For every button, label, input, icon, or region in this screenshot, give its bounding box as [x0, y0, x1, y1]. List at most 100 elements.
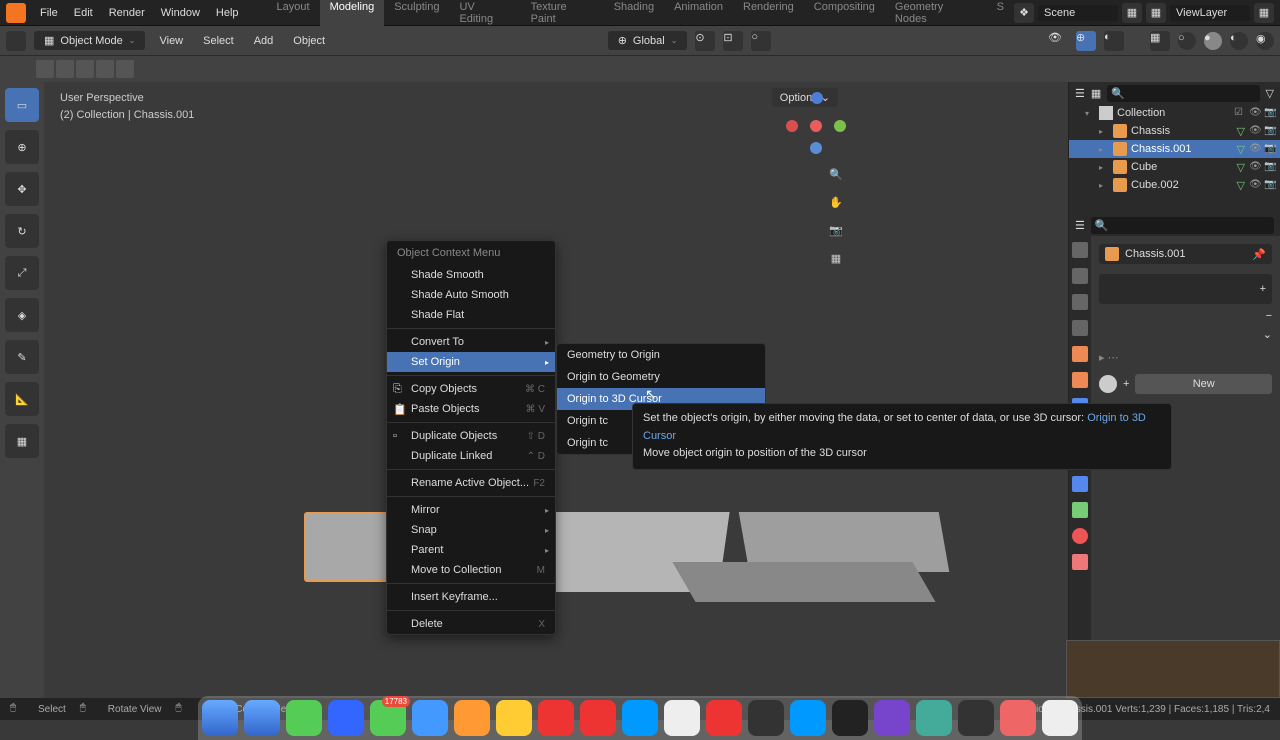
pin-icon[interactable]: 📌 — [1252, 248, 1266, 261]
ctx-delete[interactable]: DeleteX — [387, 614, 555, 634]
snap-icon[interactable]: ⊡ — [723, 31, 743, 51]
dock-app-icon[interactable] — [286, 700, 322, 736]
dock-app-icon[interactable] — [328, 700, 364, 736]
menu-view[interactable]: View — [153, 35, 189, 47]
ptab-output[interactable] — [1072, 268, 1088, 284]
menu-help[interactable]: Help — [208, 7, 247, 19]
tab-texpaint[interactable]: Texture Paint — [521, 0, 604, 29]
dock-app-icon[interactable] — [622, 700, 658, 736]
new-button[interactable]: New — [1135, 374, 1272, 394]
menu-file[interactable]: File — [32, 7, 66, 19]
ctx-shade-flat[interactable]: Shade Flat — [387, 305, 555, 325]
dock-app-icon[interactable] — [706, 700, 742, 736]
shade-solid-icon[interactable]: ● — [1204, 32, 1222, 50]
disclosure-icon[interactable]: ▸ — [1099, 145, 1109, 154]
menu-render[interactable]: Render — [101, 7, 153, 19]
dock-app-icon[interactable] — [664, 700, 700, 736]
disclosure-icon[interactable]: ▾ — [1085, 109, 1095, 118]
macos-dock[interactable]: 17783 — [198, 696, 1082, 740]
display-mode-icon[interactable]: ▦ — [1091, 87, 1101, 100]
menu-select[interactable]: Select — [197, 35, 240, 47]
ctx-move-collection[interactable]: Move to CollectionM — [387, 560, 555, 580]
ctx-insert-keyframe[interactable]: Insert Keyframe... — [387, 587, 555, 607]
ptab-material[interactable] — [1072, 528, 1088, 544]
props-object-name[interactable]: Chassis.001 📌 — [1099, 244, 1272, 264]
scene-icon[interactable]: ❖ — [1014, 3, 1034, 23]
dock-app-icon[interactable] — [538, 700, 574, 736]
dock-app-icon[interactable] — [916, 700, 952, 736]
selmode-icon[interactable] — [116, 60, 134, 78]
ctx-shade-smooth[interactable]: Shade Smooth — [387, 265, 555, 285]
editor-type-icon[interactable] — [6, 31, 26, 51]
ctx-paste[interactable]: 📋Paste Objects⌘ V — [387, 399, 555, 419]
add-icon[interactable]: + — [1260, 283, 1266, 295]
menu-add[interactable]: Add — [248, 35, 280, 47]
tool-measure[interactable]: 📐 — [5, 382, 39, 416]
ctx-mirror[interactable]: Mirror — [387, 500, 555, 520]
disclosure-icon[interactable]: ▸ — [1099, 181, 1109, 190]
menu-object[interactable]: Object — [287, 35, 331, 47]
ctx-parent[interactable]: Parent — [387, 540, 555, 560]
tab-more[interactable]: S — [987, 0, 1014, 29]
ctx-shade-auto[interactable]: Shade Auto Smooth — [387, 285, 555, 305]
tool-transform[interactable]: ◈ — [5, 298, 39, 332]
props-type-icon[interactable]: ☰ — [1075, 219, 1085, 232]
outliner-type-icon[interactable]: ☰ — [1075, 87, 1085, 100]
dock-app-icon[interactable] — [1042, 700, 1078, 736]
dock-app-icon[interactable] — [874, 700, 910, 736]
nav-gizmo[interactable] — [786, 92, 846, 152]
tool-rotate[interactable]: ↻ — [5, 214, 39, 248]
tab-rendering[interactable]: Rendering — [733, 0, 804, 29]
dock-app-icon[interactable] — [958, 700, 994, 736]
dock-app-icon[interactable] — [496, 700, 532, 736]
props-search[interactable]: 🔍 — [1091, 217, 1274, 234]
mode-dropdown[interactable]: ▦ Object Mode ⌄ — [34, 31, 145, 50]
chevron-down-icon[interactable]: ⌄ — [1263, 328, 1272, 341]
dots-icon[interactable]: ⋯ — [1108, 352, 1119, 364]
minus-icon[interactable]: − — [1266, 310, 1272, 322]
outliner-item[interactable]: ▸ Cube.002 ▽ 👁📷 — [1069, 176, 1280, 194]
dock-app-icon[interactable] — [790, 700, 826, 736]
shade-matprev-icon[interactable]: ◐ — [1230, 32, 1248, 50]
ptab-world[interactable] — [1072, 346, 1088, 362]
disclosure-icon[interactable]: ▸ — [1099, 163, 1109, 172]
shade-wire-icon[interactable]: ○ — [1178, 32, 1196, 50]
ptab-constraint[interactable] — [1072, 476, 1088, 492]
tab-layout[interactable]: Layout — [267, 0, 320, 29]
prop-edit-icon[interactable]: ○ — [751, 31, 771, 51]
tool-addcube[interactable]: ▦ — [5, 424, 39, 458]
selmode-icon[interactable] — [36, 60, 54, 78]
tool-move[interactable]: ✥ — [5, 172, 39, 206]
camera-icon[interactable]: 📷 — [826, 224, 846, 244]
viewlayer-icon[interactable]: ▦ — [1146, 3, 1166, 23]
outliner-search[interactable]: 🔍 — [1107, 85, 1259, 102]
tool-select[interactable]: ▭ — [5, 88, 39, 122]
selmode-icon[interactable] — [76, 60, 94, 78]
outliner[interactable]: ▾ Collection ☑👁📷 ▸ Chassis ▽ 👁📷 ▸ Chassi… — [1069, 104, 1280, 214]
dock-app-icon[interactable] — [748, 700, 784, 736]
outliner-item[interactable]: ▸ Chassis ▽ 👁📷 — [1069, 122, 1280, 140]
outliner-collection[interactable]: ▾ Collection ☑👁📷 — [1069, 104, 1280, 122]
overlay-icon[interactable]: ◐ — [1104, 31, 1124, 51]
ptab-texture[interactable] — [1072, 554, 1088, 570]
outliner-item-selected[interactable]: ▸ Chassis.001 ▽ 👁📷 — [1069, 140, 1280, 158]
viewlayer-field[interactable]: ViewLayer — [1170, 5, 1250, 21]
tool-cursor[interactable]: ⊕ — [5, 130, 39, 164]
selmode-icon[interactable] — [96, 60, 114, 78]
ctx-rename[interactable]: Rename Active Object...F2 — [387, 473, 555, 493]
ptab-data[interactable] — [1072, 502, 1088, 518]
pan-icon[interactable]: ✋ — [826, 196, 846, 216]
dock-app-icon[interactable] — [580, 700, 616, 736]
ptab-scene[interactable] — [1072, 320, 1088, 336]
filter-icon[interactable]: ▽ — [1266, 87, 1274, 100]
dock-app-icon[interactable]: 17783 — [370, 700, 406, 736]
shade-render-icon[interactable]: ◉ — [1256, 32, 1274, 50]
ctx-duplicate-linked[interactable]: Duplicate Linked⌃ D — [387, 446, 555, 466]
ctx-snap[interactable]: Snap — [387, 520, 555, 540]
outliner-item[interactable]: ▸ Cube ▽ 👁📷 — [1069, 158, 1280, 176]
dock-app-icon[interactable] — [832, 700, 868, 736]
add-icon[interactable]: + — [1123, 378, 1129, 390]
gizmo-toggle-icon[interactable]: ⊕ — [1076, 31, 1096, 51]
zoom-icon[interactable]: 🔍 — [826, 168, 846, 188]
pivot-icon[interactable]: ⊙ — [695, 31, 715, 51]
